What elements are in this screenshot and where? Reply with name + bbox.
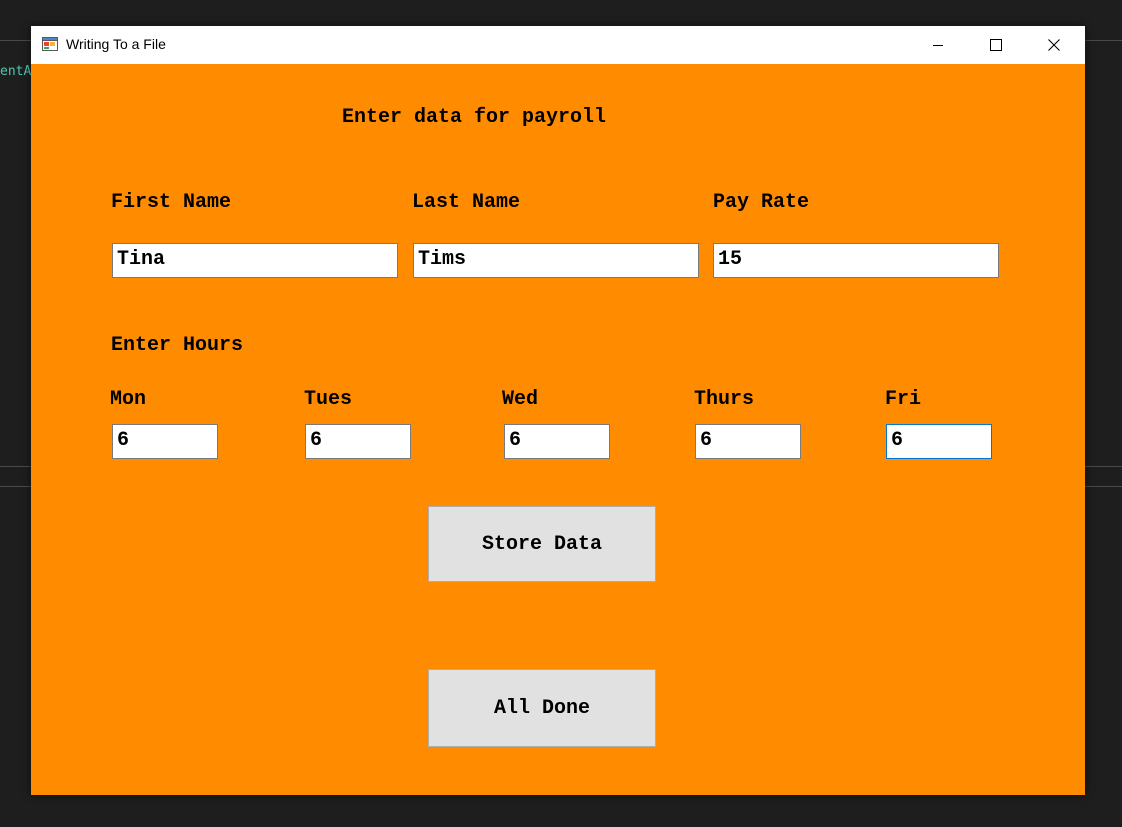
- fri-label: Fri: [885, 388, 922, 411]
- ide-divider: [1085, 40, 1122, 41]
- close-button[interactable]: [1025, 26, 1083, 64]
- form-heading: Enter data for payroll: [342, 106, 607, 129]
- enter-hours-label: Enter Hours: [111, 334, 244, 357]
- ide-code-fragment: entA: [0, 64, 32, 79]
- pay-rate-field[interactable]: 15: [713, 243, 999, 278]
- wed-hours-field[interactable]: 6: [504, 424, 610, 459]
- thurs-label: Thurs: [694, 388, 755, 411]
- winforms-app-icon: [42, 37, 58, 51]
- minimize-icon: [933, 45, 943, 46]
- pay-rate-label: Pay Rate: [713, 191, 810, 214]
- wed-label: Wed: [502, 388, 539, 411]
- mon-label: Mon: [110, 388, 147, 411]
- title-bar[interactable]: Writing To a File: [31, 26, 1085, 64]
- first-name-field[interactable]: Tina: [112, 243, 398, 278]
- last-name-field[interactable]: Tims: [413, 243, 699, 278]
- window-title: Writing To a File: [66, 36, 166, 52]
- last-name-label: Last Name: [412, 191, 521, 214]
- store-data-button[interactable]: Store Data: [428, 506, 656, 582]
- close-icon: [1048, 39, 1060, 51]
- ide-divider: [1085, 486, 1122, 487]
- ide-divider: [0, 466, 31, 467]
- all-done-button[interactable]: All Done: [428, 669, 656, 747]
- thurs-hours-field[interactable]: 6: [695, 424, 801, 459]
- ide-divider: [1085, 466, 1122, 467]
- minimize-button[interactable]: [909, 26, 967, 64]
- ide-divider: [0, 40, 31, 41]
- first-name-label: First Name: [111, 191, 232, 214]
- maximize-icon: [990, 39, 1002, 51]
- ide-divider: [0, 486, 31, 487]
- fri-hours-field[interactable]: 6: [886, 424, 992, 459]
- maximize-button[interactable]: [967, 26, 1025, 64]
- tues-hours-field[interactable]: 6: [305, 424, 411, 459]
- app-window: Writing To a File Enter data for payroll…: [31, 26, 1085, 795]
- form-client-area: Enter data for payroll First Name Last N…: [31, 64, 1085, 795]
- mon-hours-field[interactable]: 6: [112, 424, 218, 459]
- tues-label: Tues: [304, 388, 353, 411]
